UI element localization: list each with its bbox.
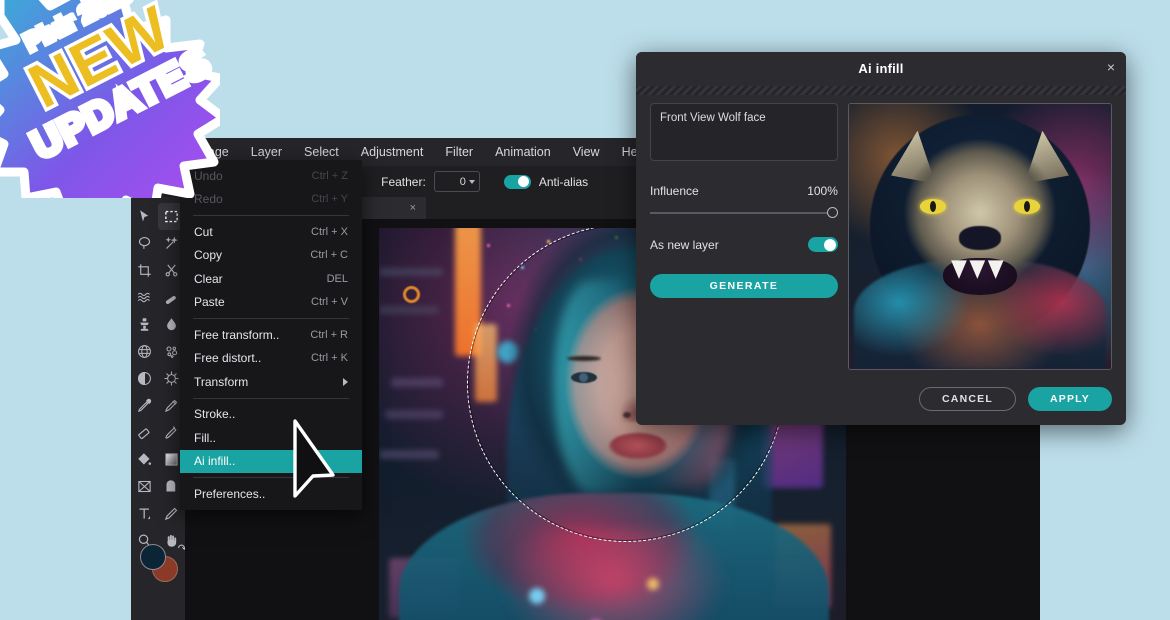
menu-item-shortcut: Ctrl + Y bbox=[311, 193, 348, 205]
close-icon[interactable]: × bbox=[410, 202, 416, 214]
menu-item-shortcut: DEL bbox=[327, 273, 348, 285]
dialog-header: Ai infill × bbox=[636, 52, 1126, 86]
menu-item-free-distort[interactable]: Free distort.. Ctrl + K bbox=[180, 347, 362, 371]
feather-label: Feather: bbox=[381, 175, 426, 189]
apply-button[interactable]: APPLY bbox=[1028, 387, 1112, 411]
eyedropper-tool[interactable] bbox=[131, 392, 158, 419]
menu-item-label: Clear bbox=[194, 272, 223, 286]
liquify-tool[interactable] bbox=[131, 284, 158, 311]
influence-row: Influence 100% bbox=[650, 184, 838, 198]
menu-item-shortcut: Ctrl + X bbox=[311, 226, 348, 238]
menu-item-label: Paste bbox=[194, 295, 225, 309]
lasso-tool[interactable] bbox=[131, 230, 158, 257]
color-swatches[interactable]: ↷ bbox=[139, 544, 183, 588]
slider-handle[interactable] bbox=[827, 207, 838, 218]
mesh-warp-tool[interactable] bbox=[131, 338, 158, 365]
menu-item-copy[interactable]: Copy Ctrl + C bbox=[180, 244, 362, 268]
feather-value: 0 bbox=[460, 176, 466, 188]
menu-item-label: Free transform.. bbox=[194, 328, 279, 342]
menu-separator bbox=[193, 215, 349, 216]
menu-item-free-transform[interactable]: Free transform.. Ctrl + R bbox=[180, 323, 362, 347]
menu-item-label: Copy bbox=[194, 248, 222, 262]
dialog-footer: CANCEL APPLY bbox=[919, 387, 1112, 411]
menu-item-transform[interactable]: Transform bbox=[180, 370, 362, 394]
ai-infill-dialog: Ai infill × Influence 100% As new layer … bbox=[636, 52, 1126, 425]
menu-item-shortcut: Ctrl + R bbox=[310, 329, 348, 341]
as-new-layer-row: As new layer bbox=[650, 237, 838, 252]
menu-item-cut[interactable]: Cut Ctrl + X bbox=[180, 220, 362, 244]
as-new-layer-label: As new layer bbox=[650, 238, 719, 252]
dialog-controls: Influence 100% As new layer GENERATE bbox=[650, 103, 838, 373]
crop-tool[interactable] bbox=[131, 257, 158, 284]
menu-separator bbox=[193, 318, 349, 319]
text-tool[interactable] bbox=[131, 500, 158, 527]
move-tool[interactable] bbox=[131, 203, 158, 230]
menu-item-shortcut: Ctrl + K bbox=[311, 352, 348, 364]
dialog-title: Ai infill bbox=[636, 61, 1126, 76]
close-icon[interactable]: × bbox=[1107, 60, 1115, 74]
arrow-cursor bbox=[291, 418, 357, 507]
menu-item-label: Fill.. bbox=[194, 431, 216, 445]
influence-label: Influence bbox=[650, 184, 699, 198]
influence-slider[interactable] bbox=[650, 207, 838, 219]
menu-item-shortcut: Ctrl + V bbox=[311, 296, 348, 308]
menu-item-label: Stroke.. bbox=[194, 407, 235, 421]
menu-filter[interactable]: Filter bbox=[434, 138, 484, 166]
new-updates-badge: Pixlr 2023 NEW UPDATES bbox=[0, 0, 220, 198]
generate-button[interactable]: GENERATE bbox=[650, 274, 838, 298]
dialog-stripe-divider bbox=[636, 86, 1126, 95]
influence-value: 100% bbox=[807, 184, 838, 198]
menu-item-label: Cut bbox=[194, 225, 213, 239]
eraser-tool[interactable] bbox=[131, 419, 158, 446]
menu-item-label: Transform bbox=[194, 375, 248, 389]
dodge-burn-tool[interactable] bbox=[131, 365, 158, 392]
menu-view[interactable]: View bbox=[562, 138, 611, 166]
tool-rail: ↷ bbox=[131, 197, 185, 620]
menu-animation[interactable]: Animation bbox=[484, 138, 562, 166]
prompt-input[interactable] bbox=[650, 103, 838, 161]
chevron-right-icon bbox=[343, 378, 348, 386]
menu-item-label: Free distort.. bbox=[194, 351, 261, 365]
neon-ring bbox=[403, 286, 420, 303]
shape-tool[interactable] bbox=[131, 473, 158, 500]
as-new-layer-toggle[interactable] bbox=[808, 237, 838, 252]
dialog-body: Influence 100% As new layer GENERATE bbox=[636, 95, 1126, 373]
menu-item-shortcut: Ctrl + Z bbox=[312, 170, 348, 182]
slider-track bbox=[650, 212, 838, 214]
menu-item-clear[interactable]: Clear DEL bbox=[180, 267, 362, 291]
antialias-toggle[interactable] bbox=[504, 175, 531, 189]
paint-bucket-tool[interactable] bbox=[131, 446, 158, 473]
cancel-button[interactable]: CANCEL bbox=[919, 387, 1016, 411]
menu-item-shortcut: Ctrl + C bbox=[310, 249, 348, 261]
antialias-label: Anti-alias bbox=[539, 175, 588, 189]
chevron-down-icon bbox=[469, 180, 475, 184]
menu-separator bbox=[193, 398, 349, 399]
menu-item-label: Preferences.. bbox=[194, 487, 265, 501]
menu-item-label: Ai infill.. bbox=[194, 454, 235, 468]
foreground-color-swatch[interactable] bbox=[140, 544, 166, 570]
clone-stamp-tool[interactable] bbox=[131, 311, 158, 338]
preview-image bbox=[848, 103, 1112, 370]
feather-input[interactable]: 0 bbox=[434, 171, 480, 192]
menu-item-paste[interactable]: Paste Ctrl + V bbox=[180, 291, 362, 315]
menu-adjustment[interactable]: Adjustment bbox=[350, 138, 435, 166]
